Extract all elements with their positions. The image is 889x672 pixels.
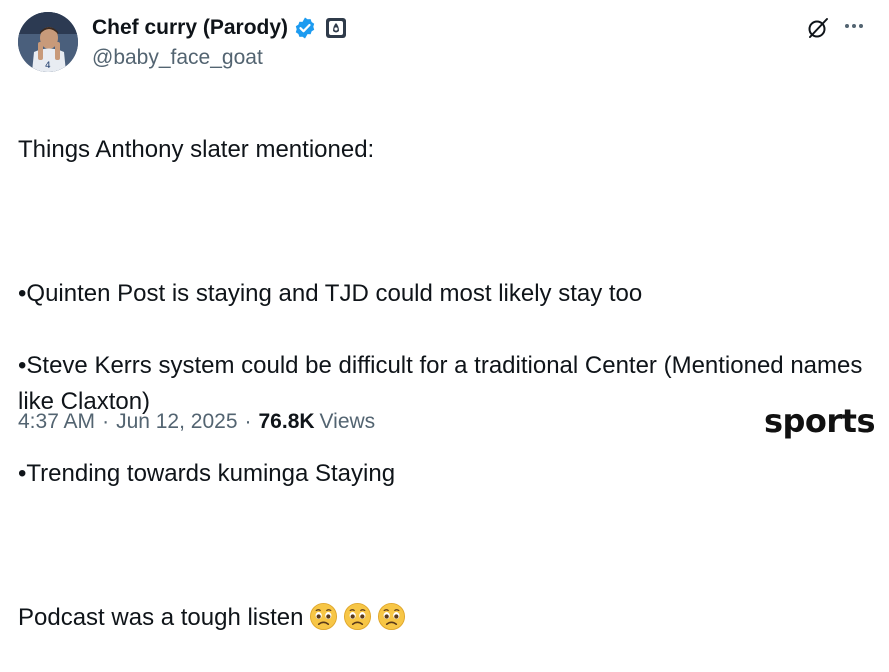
tweet-header: 4 Chef curry (Parody) @baby_face_goat (18, 12, 874, 74)
svg-text:4: 4 (45, 61, 51, 71)
author-names: Chef curry (Parody) @baby_face_goat (92, 14, 347, 70)
views-label[interactable]: Views (320, 410, 376, 434)
tweet-bullet-3: •Trending towards kuminga Staying (18, 460, 396, 487)
avatar[interactable]: 4 (18, 12, 78, 72)
tweet-bullet-1: •Quinten Post is staying and TJD could m… (18, 280, 643, 307)
meta-separator: · (102, 410, 110, 433)
more-options-icon[interactable] (842, 14, 866, 38)
tweet-time[interactable]: 4:37 AM (18, 410, 95, 434)
tweet-closing-text: Podcast was a tough listen (18, 604, 304, 631)
verified-badge-icon[interactable] (293, 16, 317, 40)
parody-badge-icon[interactable] (325, 17, 347, 39)
grok-icon[interactable] (806, 16, 830, 40)
tweet-body: Things Anthony slater mentioned: •Quinte… (18, 96, 878, 672)
tweet-meta: 4:37 AM · Jun 12, 2025 · 76.8K Views (18, 410, 375, 434)
tweet-line-intro: Things Anthony slater mentioned: (18, 136, 375, 163)
author-display-name[interactable]: Chef curry (Parody) (92, 16, 288, 40)
author-handle[interactable]: @baby_face_goat (92, 46, 347, 70)
pleading-face-emoji-icon (343, 602, 372, 631)
sports-watermark: sports (763, 402, 876, 440)
avatar-image: 4 (18, 12, 78, 72)
meta-separator: · (244, 410, 252, 433)
views-count[interactable]: 76.8K (259, 410, 315, 434)
tweet-date[interactable]: Jun 12, 2025 (116, 410, 237, 434)
tweet-closing-line: Podcast was a tough listen (18, 600, 878, 636)
pleading-face-emoji-icon (377, 602, 406, 631)
pleading-face-emoji-icon (309, 602, 338, 631)
